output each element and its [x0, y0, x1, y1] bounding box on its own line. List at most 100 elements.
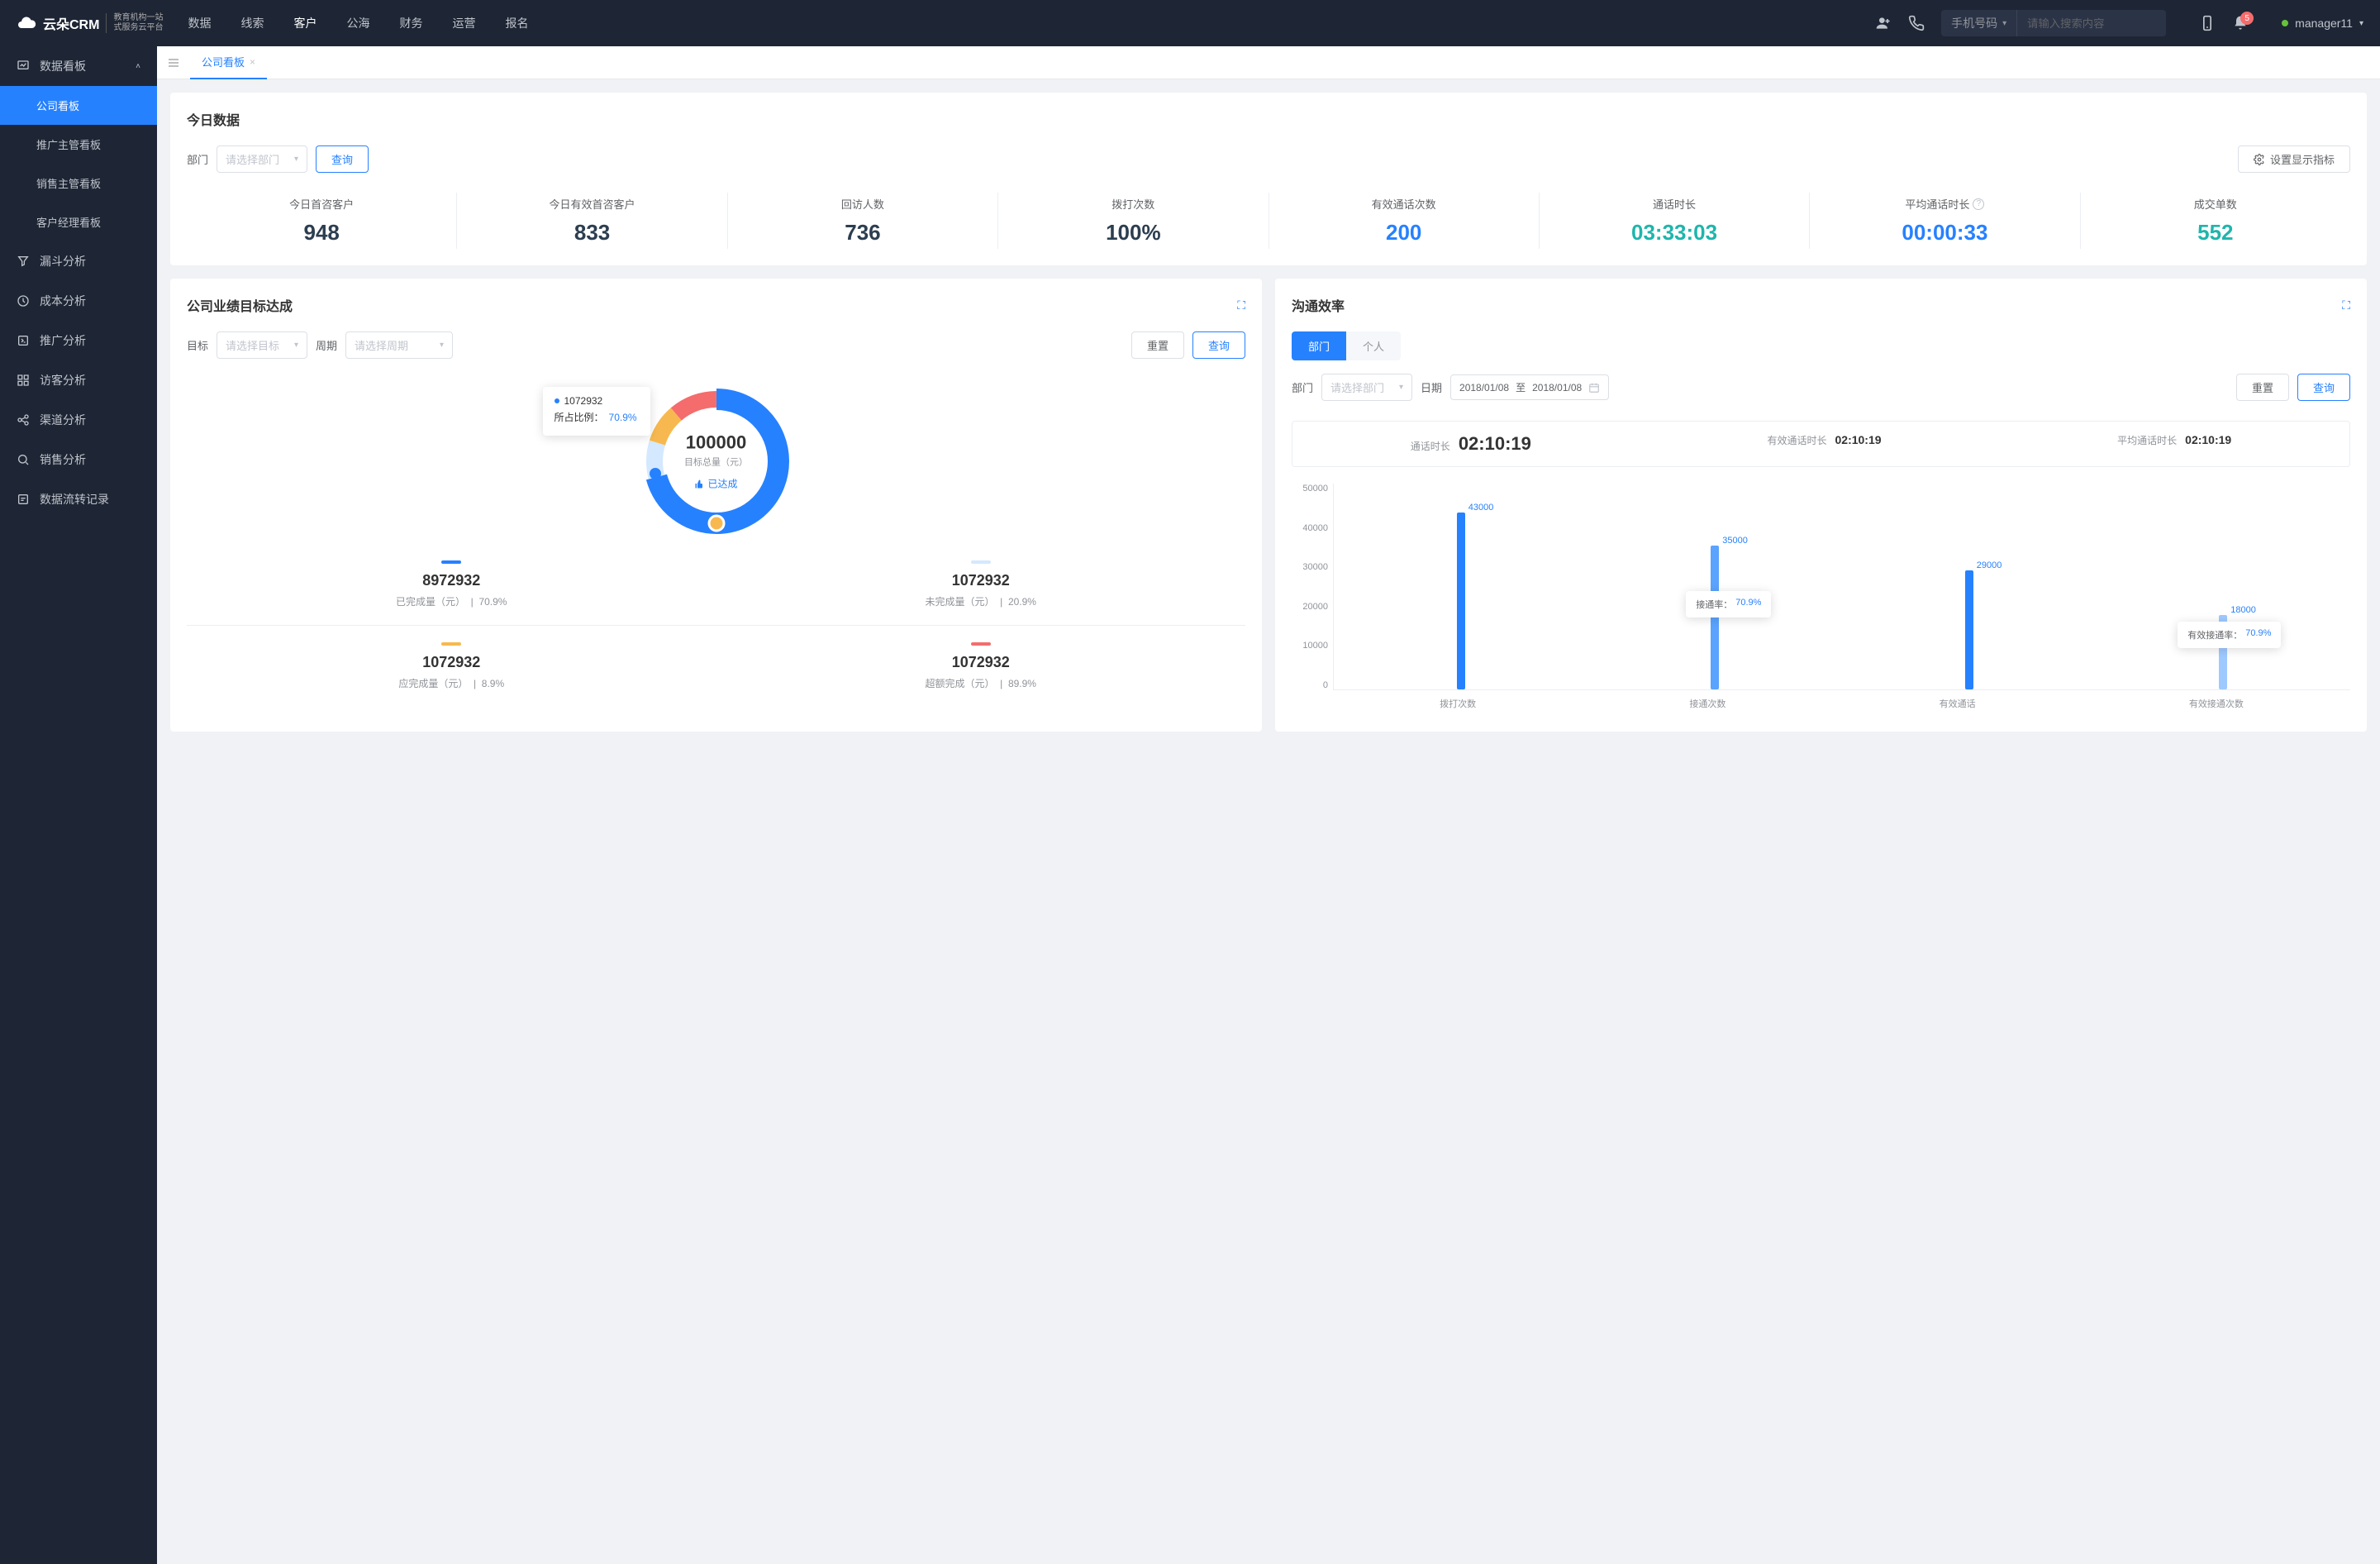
target-select[interactable]: 请选择目标▾ [217, 331, 307, 359]
bar: 18000有效接通率：70.9% [2219, 484, 2227, 689]
username: manager11 [2295, 17, 2353, 30]
metric-value: 00:00:33 [1810, 220, 2079, 246]
metric-card: 成交单数552 [2081, 193, 2350, 249]
target-panel: 公司业绩目标达成 ⛶ 目标 请选择目标▾ 周期 请选择周期▾ 重置 查询 [170, 279, 1262, 732]
reset-button[interactable]: 重置 [1131, 331, 1184, 359]
search-group: 手机号码▾ [1941, 10, 2166, 36]
sidebar-item[interactable]: 公司看板 [0, 86, 157, 125]
query-button[interactable]: 查询 [316, 145, 369, 173]
sidebar-item[interactable]: 销售分析 [0, 440, 157, 479]
add-user-icon[interactable] [1875, 15, 1892, 31]
sidebar-item[interactable]: 访客分析 [0, 360, 157, 400]
dept-select[interactable]: 请选择部门▾ [217, 145, 307, 173]
logo: 云朵CRM 教育机构一站式服务云平台 [17, 13, 163, 33]
comm-dept-select[interactable]: 请选择部门▾ [1321, 374, 1412, 401]
calendar-icon [1588, 382, 1600, 393]
logo-subtitle: 教育机构一站式服务云平台 [106, 13, 163, 33]
thumbs-up-icon [694, 479, 704, 489]
today-data-panel: 今日数据 部门 请选择部门▾ 查询 设置显示指标 今日首咨客户948今日有效首咨… [170, 93, 2367, 265]
metric-value: 03:33:03 [1540, 220, 1809, 246]
panel-title: 公司业绩目标达成 [187, 295, 293, 315]
sidebar-item[interactable]: 客户经理看板 [0, 203, 157, 241]
chart-tooltip: 接通率：70.9% [1686, 591, 1771, 617]
info-icon[interactable]: ? [1973, 198, 1984, 210]
tab-company-board[interactable]: 公司看板 × [190, 46, 267, 79]
dashboard-icon [17, 60, 30, 73]
tab-switch-item[interactable]: 部门 [1292, 331, 1346, 360]
sidebar-group-data-board[interactable]: 数据看板 ˄ [0, 46, 157, 86]
menu-icon [17, 334, 30, 347]
legend-item: 1072932应完成量（元） | 8.9% [187, 642, 716, 690]
date-range-picker[interactable]: 2018/01/08 至 2018/01/08 [1450, 374, 1609, 400]
nav-item[interactable]: 财务 [399, 15, 422, 31]
metric-label: 成交单数 [2081, 196, 2350, 212]
panel-title: 今日数据 [187, 109, 2350, 129]
sidebar-item[interactable]: 渠道分析 [0, 400, 157, 440]
chevron-down-icon: ▾ [1399, 383, 1403, 392]
metric-value: 200 [1269, 220, 1539, 246]
bar: 35000接通率：70.9% [1711, 484, 1719, 689]
x-tick: 接通次数 [1689, 697, 1726, 715]
chart-tooltip: 1072932 所占比例：70.9% [543, 387, 650, 436]
donut-chart: 100000 目标总量（元） 已达成 1072932 所占比例：70.9% [634, 379, 799, 544]
metric-value: 833 [457, 220, 726, 246]
search-type-select[interactable]: 手机号码▾ [1941, 10, 2017, 36]
bar: 43000 [1457, 484, 1465, 689]
phone-icon[interactable] [1908, 15, 1925, 31]
metric-card: 通话时长03:33:03 [1540, 193, 1810, 249]
reset-button[interactable]: 重置 [2236, 374, 2289, 401]
comm-panel: 沟通效率 ⛶ 部门个人 部门 请选择部门▾ 日期 2018/01/08 至 20… [1275, 279, 2367, 732]
legend-item: 1072932超额完成（元） | 89.9% [716, 642, 1246, 690]
expand-icon[interactable]: ⛶ [1237, 298, 1245, 312]
legend-item: 1072932未完成量（元） | 20.9% [716, 560, 1246, 608]
settings-metrics-button[interactable]: 设置显示指标 [2238, 145, 2350, 173]
sidebar-item[interactable]: 推广分析 [0, 321, 157, 360]
nav-item[interactable]: 数据 [188, 15, 211, 31]
donut-center-label: 目标总量（元） [684, 455, 748, 469]
search-icon[interactable] [2149, 15, 2166, 31]
nav-item[interactable]: 线索 [240, 15, 264, 31]
dept-label: 部门 [187, 151, 208, 167]
sidebar-item[interactable]: 销售主管看板 [0, 164, 157, 203]
bell-icon[interactable]: 5 [2232, 15, 2249, 31]
menu-icon [17, 294, 30, 308]
nav-item[interactable]: 客户 [293, 15, 317, 31]
panel-title: 沟通效率 [1292, 295, 1345, 315]
chevron-down-icon: ▾ [2359, 19, 2363, 28]
sidebar-item[interactable]: 数据流转记录 [0, 479, 157, 519]
mobile-icon[interactable] [2199, 15, 2216, 31]
nav-item[interactable]: 运营 [452, 15, 475, 31]
x-tick: 有效通话 [1940, 697, 1976, 715]
query-button[interactable]: 查询 [2297, 374, 2350, 401]
user-menu[interactable]: manager11 ▾ [2282, 17, 2363, 30]
sidebar-item[interactable]: 推广主管看板 [0, 125, 157, 164]
metric-card: 拨打次数100% [998, 193, 1269, 249]
sidebar: 数据看板 ˄ 公司看板推广主管看板销售主管看板客户经理看板 漏斗分析成本分析推广… [0, 46, 157, 1564]
sidebar-item[interactable]: 漏斗分析 [0, 241, 157, 281]
period-select[interactable]: 请选择周期▾ [345, 331, 453, 359]
metric-card: 平均通话时长?00:00:33 [1810, 193, 2080, 249]
query-button[interactable]: 查询 [1192, 331, 1245, 359]
search-input[interactable] [2017, 17, 2149, 30]
sidebar-item[interactable]: 成本分析 [0, 281, 157, 321]
donut-status-badge: 已达成 [684, 477, 748, 491]
x-tick: 有效接通次数 [2189, 697, 2244, 715]
nav-item[interactable]: 公海 [346, 15, 369, 31]
logo-text: 云朵CRM [43, 13, 99, 33]
tabs-bar: 公司看板 × [157, 46, 2380, 79]
expand-icon[interactable]: ⛶ [2342, 298, 2350, 312]
metric-label: 今日有效首咨客户 [457, 196, 726, 212]
close-icon[interactable]: × [250, 56, 255, 68]
bar-chart: 50000400003000020000100000 4300035000接通率… [1292, 484, 2350, 715]
cloud-icon [17, 13, 36, 33]
menu-icon [17, 453, 30, 466]
metric-label: 拨打次数 [998, 196, 1268, 212]
nav-item[interactable]: 报名 [505, 15, 528, 31]
notification-badge: 5 [2240, 12, 2254, 25]
donut-center-value: 100000 [684, 432, 748, 454]
hamburger-icon[interactable] [167, 56, 180, 69]
tab-switch-item[interactable]: 个人 [1346, 331, 1401, 360]
chevron-down-icon: ▾ [294, 155, 298, 164]
menu-icon [17, 255, 30, 268]
status-dot-icon [2282, 20, 2288, 26]
